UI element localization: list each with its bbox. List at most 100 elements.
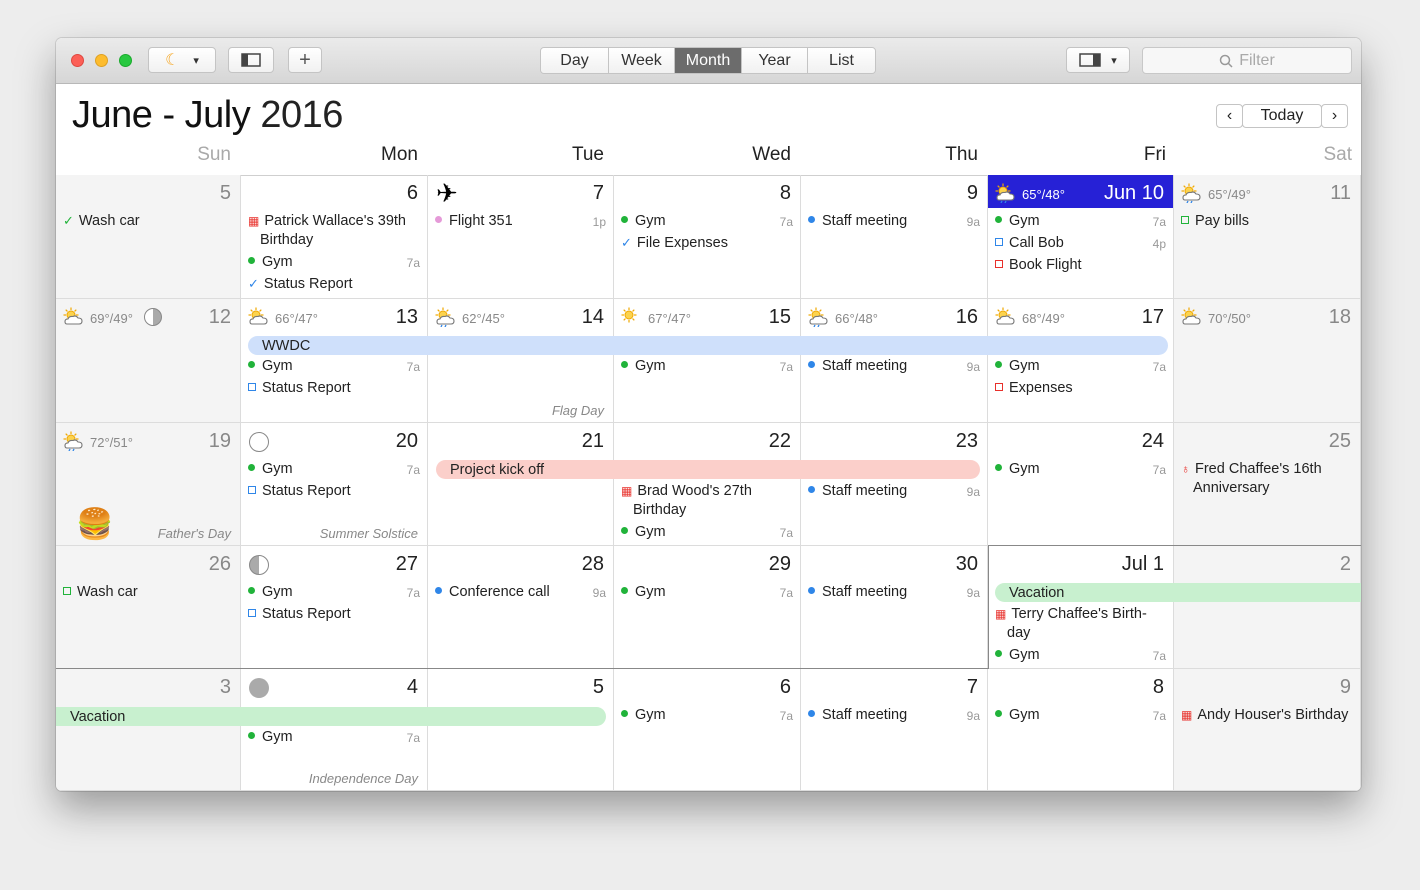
- calendar-event[interactable]: ✓ Status Report: [248, 276, 353, 292]
- calendar-event[interactable]: Gym: [248, 358, 293, 374]
- calendar-event[interactable]: ✓ Wash car: [63, 213, 140, 229]
- day-cell[interactable]: 17 68°/49° Gym 7a Expenses: [988, 299, 1174, 423]
- calendar-event[interactable]: Staff meeting: [808, 483, 907, 499]
- calendar-event[interactable]: day: [995, 625, 1030, 641]
- day-cell[interactable]: 16 66°/48° Staff meeting 9a: [801, 299, 988, 423]
- calendar-event[interactable]: Gym: [995, 213, 1040, 229]
- previous-button[interactable]: ‹: [1216, 104, 1243, 128]
- today-button[interactable]: Today: [1242, 104, 1322, 128]
- calendar-event[interactable]: ♁ Fred Chaffee's 16th: [1181, 461, 1322, 477]
- calendar-event[interactable]: ✓ File Expenses: [621, 235, 728, 251]
- calendar-event[interactable]: Anniversary: [1181, 480, 1270, 496]
- calendar-event[interactable]: Staff meeting: [808, 358, 907, 374]
- day-cell[interactable]: 28 Conference call 9a: [428, 546, 614, 669]
- task-checkbox-icon[interactable]: [248, 486, 256, 494]
- day-cell[interactable]: 30 Staff meeting 9a: [801, 546, 988, 669]
- calendar-event[interactable]: Gym: [621, 358, 666, 374]
- day-cell[interactable]: 11 65°/49° Pay bills: [1174, 175, 1361, 299]
- calendar-event[interactable]: Gym: [995, 707, 1040, 723]
- day-cell[interactable]: 5 ✓ Wash car: [56, 175, 241, 299]
- day-cell[interactable]: 20 Summer Solstice Gym 7a Status Report: [241, 423, 428, 546]
- view-week-tab[interactable]: Week: [609, 48, 675, 73]
- task-checkbox-icon[interactable]: [995, 238, 1003, 246]
- task-checkbox-icon[interactable]: [995, 260, 1003, 268]
- calendar-event[interactable]: Status Report: [248, 380, 351, 396]
- day-cell[interactable]: 22 ▦ Brad Wood's 27th Birthday Gym 7a: [614, 423, 801, 546]
- day-cell[interactable]: 26 Wash car: [56, 546, 241, 669]
- calendar-event[interactable]: Gym: [248, 584, 293, 600]
- day-cell[interactable]: 5: [428, 669, 614, 791]
- calendar-event[interactable]: Staff meeting: [808, 707, 907, 723]
- calendar-event[interactable]: Staff meeting: [808, 584, 907, 600]
- minimize-button[interactable]: [95, 54, 108, 67]
- moon-phase-menu-button[interactable]: ☾ ▾: [148, 47, 216, 73]
- add-event-button[interactable]: +: [288, 47, 322, 73]
- calendar-event[interactable]: Book Flight: [995, 257, 1082, 273]
- day-cell[interactable]: 12 69°/49°: [56, 299, 241, 423]
- calendar-event[interactable]: Birthday: [248, 232, 313, 248]
- calendar-event[interactable]: Gym: [248, 729, 293, 745]
- day-cell[interactable]: 23 Staff meeting 9a: [801, 423, 988, 546]
- day-cell[interactable]: 4 Independence Day Gym 7a: [241, 669, 428, 791]
- day-cell[interactable]: 7 Staff meeting 9a: [801, 669, 988, 791]
- day-cell[interactable]: 6 Gym 7a: [614, 669, 801, 791]
- calendar-event[interactable]: Birthday: [621, 502, 686, 518]
- calendar-event[interactable]: Expenses: [995, 380, 1073, 396]
- view-month-tab[interactable]: Month: [675, 48, 742, 73]
- calendar-event[interactable]: Wash car: [63, 584, 138, 600]
- calendar-event[interactable]: Call Bob: [995, 235, 1064, 251]
- calendar-event[interactable]: Gym: [621, 524, 666, 540]
- calendar-event[interactable]: ▦ Terry Chaffee's Birth-: [995, 606, 1147, 622]
- calendar-event[interactable]: Conference call: [435, 584, 550, 600]
- calendar-event[interactable]: Gym: [995, 647, 1040, 663]
- calendar-event[interactable]: ▦ Andy Houser's Birthday: [1181, 707, 1348, 723]
- day-cell[interactable]: 21: [428, 423, 614, 546]
- zoom-button[interactable]: [119, 54, 132, 67]
- calendar-event[interactable]: Gym: [248, 461, 293, 477]
- day-cell[interactable]: 3: [56, 669, 241, 791]
- day-cell[interactable]: 8 Gym 7a: [988, 669, 1174, 791]
- calendar-event[interactable]: Status Report: [248, 483, 351, 499]
- calendar-event[interactable]: Pay bills: [1181, 213, 1249, 229]
- day-cell[interactable]: 18 70°/50°: [1174, 299, 1361, 423]
- view-year-tab[interactable]: Year: [742, 48, 808, 73]
- calendar-event[interactable]: Gym: [621, 707, 666, 723]
- day-cell[interactable]: 14 62°/45° Flag Day: [428, 299, 614, 423]
- task-checkbox-icon[interactable]: [63, 587, 71, 595]
- multi-day-event[interactable]: Vacation: [56, 707, 606, 726]
- day-cell[interactable]: 24 Gym 7a: [988, 423, 1174, 546]
- inspector-toggle-button[interactable]: ▾: [1066, 47, 1130, 73]
- day-cell[interactable]: 9 Staff meeting 9a: [801, 175, 988, 299]
- task-checkbox-icon[interactable]: [248, 383, 256, 391]
- day-cell[interactable]: 2: [1174, 546, 1361, 669]
- day-cell[interactable]: 8 Gym 7a ✓ File Expenses: [614, 175, 801, 299]
- filter-input[interactable]: Filter: [1142, 47, 1352, 74]
- calendar-event[interactable]: ▦ Brad Wood's 27th: [621, 483, 752, 499]
- multi-day-event[interactable]: Vacation: [995, 583, 1361, 602]
- day-cell[interactable]: 15 67°/47° Gym 7a: [614, 299, 801, 423]
- task-checkbox-icon[interactable]: [995, 383, 1003, 391]
- day-cell[interactable]: 9 ▦ Andy Houser's Birthday: [1174, 669, 1361, 791]
- calendar-event[interactable]: Gym: [621, 584, 666, 600]
- next-button[interactable]: ›: [1321, 104, 1348, 128]
- day-cell[interactable]: Jun 10 65°/48° Gym 7a Call Bob 4p Book Flight: [988, 175, 1174, 299]
- close-button[interactable]: [71, 54, 84, 67]
- multi-day-event[interactable]: Project kick off: [436, 460, 980, 479]
- day-cell[interactable]: 7 ✈ Flight 351 1p: [428, 175, 614, 299]
- calendar-event[interactable]: Status Report: [248, 606, 351, 622]
- multi-day-event[interactable]: WWDC: [248, 336, 1168, 355]
- view-list-tab[interactable]: List: [808, 48, 875, 73]
- day-cell[interactable]: 27 Gym 7a Status Report: [241, 546, 428, 669]
- view-day-tab[interactable]: Day: [541, 48, 609, 73]
- day-cell[interactable]: 25 ♁ Fred Chaffee's 16th Anniversary: [1174, 423, 1361, 546]
- calendar-event[interactable]: Gym: [995, 461, 1040, 477]
- day-cell[interactable]: Jul 1 ▦ Terry Chaffee's Birth-day Gym 7a: [988, 546, 1174, 669]
- calendar-event[interactable]: Staff meeting: [808, 213, 907, 229]
- calendar-event[interactable]: Gym: [995, 358, 1040, 374]
- day-cell[interactable]: 6 ▦ Patrick Wallace's 39th Birthday Gym 7a ✓ St…: [241, 175, 428, 299]
- sidebar-toggle-button[interactable]: [228, 47, 274, 73]
- day-cell[interactable]: 29 Gym 7a: [614, 546, 801, 669]
- day-cell[interactable]: 19 72°/51° Father's Day 🍔: [56, 423, 241, 546]
- task-checkbox-icon[interactable]: [248, 609, 256, 617]
- day-cell[interactable]: 13 66°/47° Gym 7a Status Report: [241, 299, 428, 423]
